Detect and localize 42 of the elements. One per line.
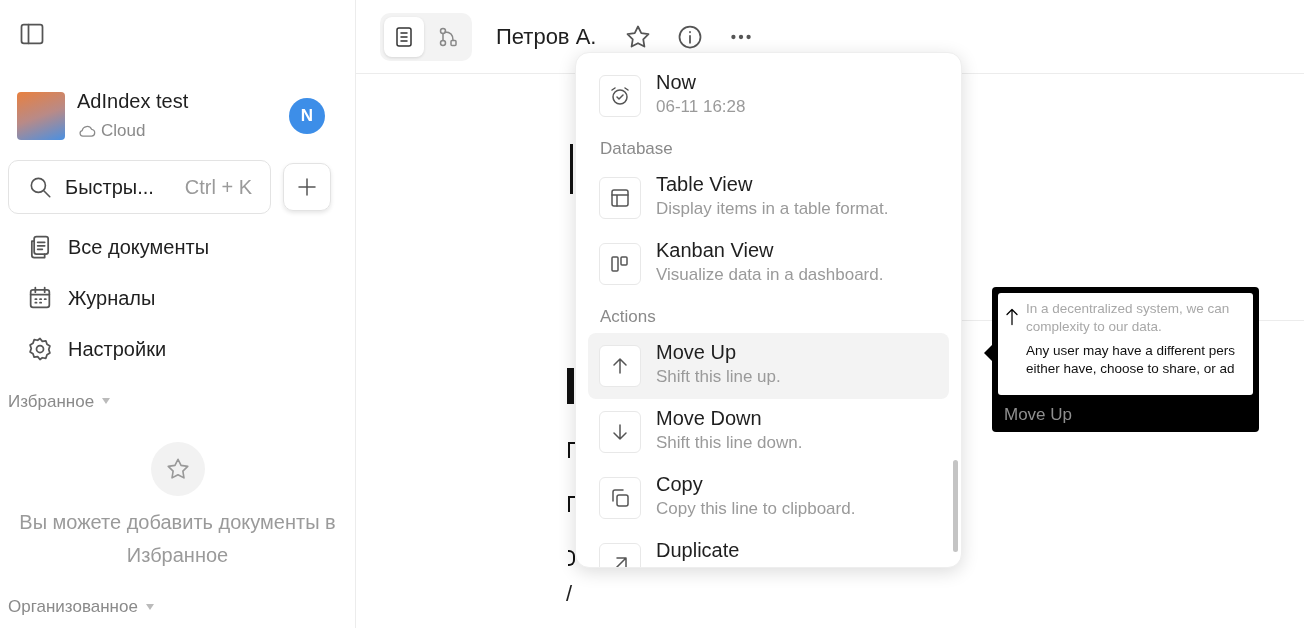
menu-item-description: Visualize data in a dashboard. [656,264,884,286]
sidebar-item[interactable]: Журналы [0,272,355,324]
text-cursor [570,144,573,194]
sidebar-item[interactable]: Настройки [0,323,355,375]
menu-item[interactable]: Kanban View Visualize data in a dashboard. [588,231,949,297]
heading-fragment [567,368,574,404]
search-field[interactable]: Быстры... Ctrl + K [8,159,271,214]
search-placeholder: Быстры... [65,174,154,200]
tooltip-label: Move Up [1004,404,1073,426]
section-title[interactable]: Избранное [8,388,95,414]
preview-text-line: In a decentralized system, we can [1026,300,1231,318]
workspace-name: AdIndex test [77,89,190,114]
section-title[interactable]: Организованное [8,594,138,620]
menu-item[interactable]: Now 06-11 16:28 [588,63,949,129]
menu-item[interactable]: Copy Copy this line to clipboard. [588,465,949,531]
menu-item[interactable]: Duplicate [588,531,949,567]
menu-item[interactable]: Table View Display items in a table format. [588,165,949,231]
alarm-clock-icon [608,84,632,108]
menu-item-description: Shift this line down. [656,432,803,454]
storage-label: Cloud [101,120,146,142]
menu-group-title: Database [599,138,674,161]
preview-text-line: Any user may have a different pers [1026,342,1237,360]
workspace-logo[interactable] [17,91,65,140]
preview-text-line: complexity to our data. [1026,318,1163,336]
scrollbar[interactable] [953,460,958,552]
table-layout-icon [608,186,632,210]
menu-item-description: Display items in a table format. [656,198,889,220]
settings-icon [26,335,54,363]
sidebar-item[interactable]: Все документы [0,221,355,273]
view-mode-tab[interactable] [384,16,424,57]
menu-group-title: Actions [599,306,657,329]
new-document-button[interactable] [283,162,331,211]
shortcut-hint: Ctrl + K [184,174,252,200]
menu-item[interactable]: Move Down Shift this line down. [588,399,949,465]
menu-item-description: Copy this line to clipboard. [656,498,856,520]
preview-text-line: either have, choose to share, or ad [1026,360,1236,378]
menu-item-description: Shift this line up. [656,366,781,388]
document-title: Петров А. [496,23,597,51]
menu-item-description: 06-11 16:28 [656,96,746,118]
empty-favorites-text: Вы можете добавить документы в Избранное [18,510,337,568]
menu-item[interactable]: Move Up Shift this line up. [588,333,949,399]
paragraph-text: / [566,580,573,608]
